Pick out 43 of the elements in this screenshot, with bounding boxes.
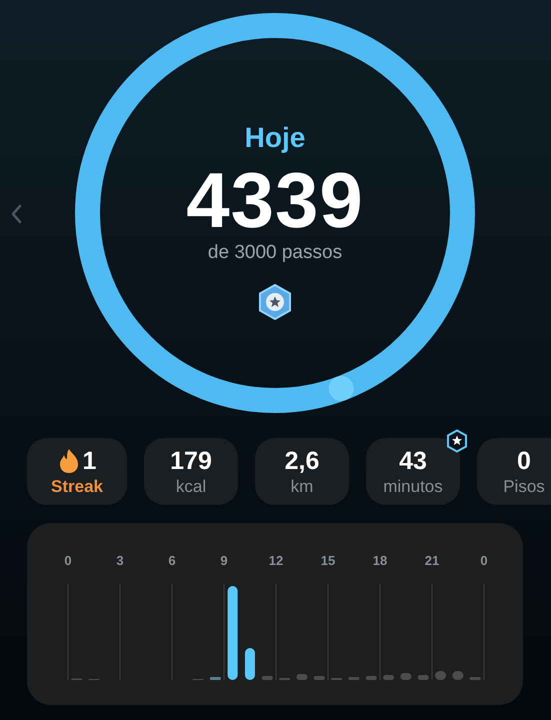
hour-bar [383, 675, 394, 680]
hour-label: 12 [268, 553, 284, 568]
hour-label: 0 [480, 553, 488, 568]
hour-bar [348, 677, 360, 680]
hour-bar [470, 677, 481, 680]
stat-tile[interactable]: 179 kcal [144, 438, 238, 505]
hour-label: 18 [372, 553, 388, 568]
hour-bar [244, 648, 255, 680]
stat-tile[interactable]: 43 minutos [366, 438, 460, 505]
stat-value: 2,6 [284, 446, 320, 476]
hour-label: 15 [320, 553, 336, 568]
hour-bar [435, 671, 446, 680]
stat-value: 43 [399, 446, 427, 476]
hour-bar [296, 674, 308, 680]
step-count: 4339 [186, 157, 364, 243]
star-medal-icon [258, 284, 292, 320]
hour-bar [210, 677, 221, 680]
hour-bar [314, 676, 325, 680]
stat-label: Streak [51, 476, 103, 498]
hour-bar [262, 676, 273, 680]
hour-bar [418, 675, 429, 680]
ring-title: Hoje [244, 121, 306, 155]
stat-label: kcal [176, 476, 206, 498]
hour-bar [366, 676, 377, 680]
hour-label: 21 [424, 553, 440, 568]
stat-label: km [290, 476, 314, 498]
stat-value: 1 [82, 446, 96, 476]
hour-label: 9 [220, 553, 228, 568]
stat-value: 179 [170, 446, 212, 476]
hour-bar [452, 671, 464, 680]
stat-tile[interactable]: 2,6 km [255, 438, 349, 505]
hour-bar [400, 673, 412, 680]
step-goal: de 3000 passos [208, 241, 342, 265]
stat-value: 0 [517, 446, 531, 476]
back-chevron-icon[interactable] [10, 204, 22, 224]
flame-icon [58, 448, 80, 474]
stat-label: Pisos [503, 476, 545, 498]
hour-label: 0 [64, 553, 72, 568]
hour-label: 3 [116, 553, 124, 568]
stat-tile[interactable]: 1 Streak [27, 438, 127, 505]
stat-tile[interactable]: 0 Pisos [477, 438, 551, 505]
stat-label: minutos [383, 476, 443, 498]
hour-label: 6 [168, 553, 176, 568]
